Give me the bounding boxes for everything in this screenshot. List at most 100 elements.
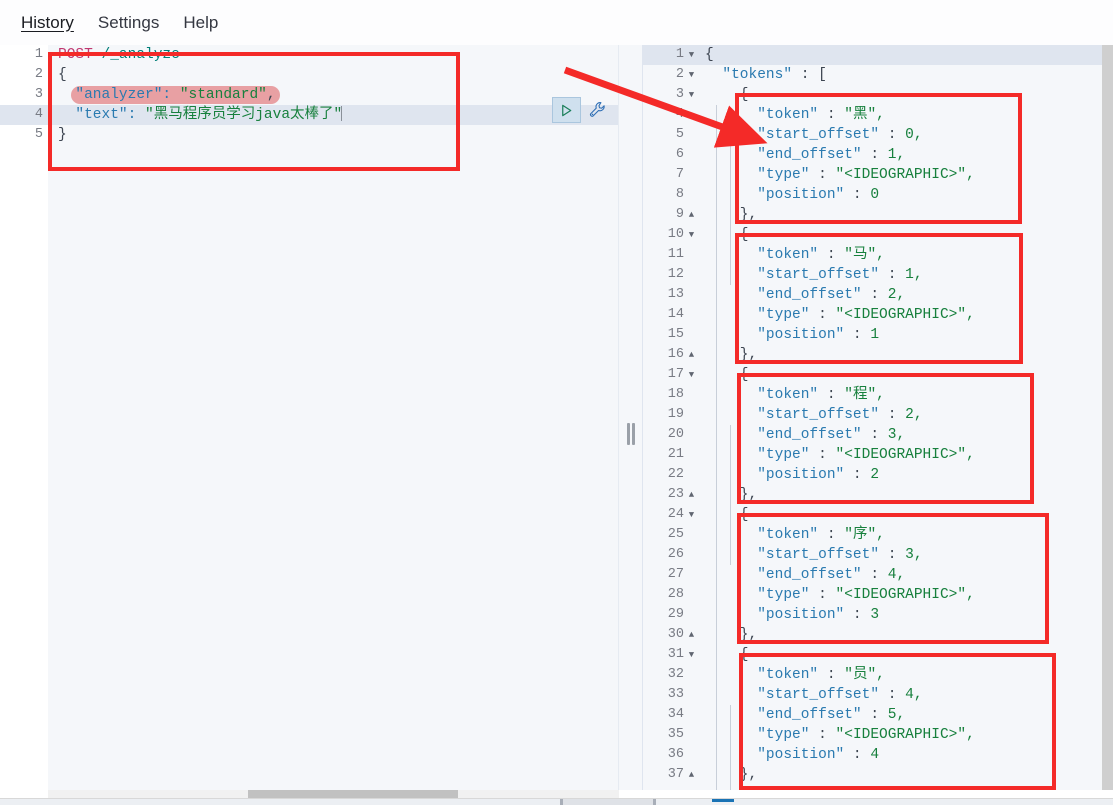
- fold-down-icon[interactable]: ▼: [687, 365, 696, 385]
- json-value: [: [818, 67, 827, 83]
- splitter-grip-handle[interactable]: [626, 423, 635, 445]
- json-key: "token": [757, 667, 819, 683]
- response-code-line: {: [705, 87, 749, 103]
- line-number: 3 ▼: [643, 85, 698, 105]
- menu-item-help[interactable]: Help: [173, 11, 228, 35]
- line-number: 35: [667, 727, 684, 742]
- line-number: 24 ▼: [643, 505, 698, 525]
- response-code-line: "end_offset" : 5,: [757, 707, 906, 723]
- line-number: 36: [667, 747, 684, 762]
- json-key: "type": [757, 307, 810, 323]
- json-key: "type": [757, 447, 810, 463]
- response-gutter: 1 ▼ 2 ▼ 3 ▼ 4 5 6 7 8 9 ▲ 10 ▼ 11 12 13 14 15 16 ▲ 17 ▼ 18 19 20 21…: [643, 45, 698, 790]
- response-code-line: "type" : "<IDEOGRAPHIC>",: [757, 167, 975, 183]
- fold-up-icon[interactable]: ▲: [687, 345, 696, 365]
- code-line-3: "analyzer": "standard",: [48, 85, 618, 105]
- response-code-line: "tokens" : [: [722, 67, 827, 83]
- line-number: 16 ▲: [643, 345, 698, 365]
- line-number: 19: [667, 407, 684, 422]
- response-code-line: "type" : "<IDEOGRAPHIC>",: [757, 727, 975, 743]
- json-value: 4: [870, 747, 880, 763]
- json-key: "end_offset": [757, 287, 862, 303]
- fold-down-icon[interactable]: ▼: [687, 225, 696, 245]
- fold-down-icon[interactable]: ▼: [687, 65, 696, 85]
- json-key: "position": [757, 607, 845, 623]
- json-key: "start_offset": [757, 407, 880, 423]
- fold-up-icon[interactable]: ▲: [687, 625, 696, 645]
- fold-down-icon[interactable]: ▼: [687, 505, 696, 525]
- json-key: "position": [757, 187, 845, 203]
- response-code-line: "end_offset" : 4,: [757, 567, 906, 583]
- response-code-line: "token" : "序",: [757, 527, 885, 543]
- line-number: 28: [667, 587, 684, 602]
- line-number: 3: [34, 87, 43, 102]
- fold-down-icon[interactable]: ▼: [687, 645, 696, 665]
- response-code-line: "position" : 2: [757, 467, 880, 483]
- response-editor-pane[interactable]: 1 ▼ 2 ▼ 3 ▼ 4 5 6 7 8 9 ▲ 10 ▼ 11 12 13 14 15 16 ▲ 17 ▼ 18 19 20 21…: [643, 45, 1113, 790]
- line-number: 1 ▼: [643, 45, 698, 65]
- response-code-line: "position" : 4: [757, 747, 880, 763]
- code-line-1: POST /_analyze: [48, 45, 618, 65]
- line-number: 33: [667, 687, 684, 702]
- indent-guide: [730, 425, 731, 565]
- fold-up-icon[interactable]: ▲: [687, 205, 696, 225]
- json-value: "黑",: [844, 107, 885, 123]
- request-code[interactable]: POST /_analyze { "analyzer": "standard",…: [48, 45, 618, 790]
- response-code-line: "end_offset" : 2,: [757, 287, 906, 303]
- send-request-button[interactable]: [552, 97, 581, 123]
- wrench-icon: [589, 102, 605, 117]
- response-code-line: "token" : "马",: [757, 247, 885, 263]
- response-code-line: "start_offset" : 1,: [757, 267, 923, 283]
- response-code-line: },: [705, 347, 758, 363]
- json-value: 3,: [887, 427, 906, 443]
- json-key: "end_offset": [757, 567, 862, 583]
- fold-down-icon[interactable]: ▼: [687, 85, 696, 105]
- line-number: 5▲: [0, 125, 55, 145]
- json-value: "马",: [844, 247, 885, 263]
- line-number: 15: [667, 327, 684, 342]
- menu-item-settings[interactable]: Settings: [88, 11, 169, 35]
- response-code-line: "position" : 0: [757, 187, 880, 203]
- open-documentation-button[interactable]: [585, 97, 611, 123]
- line-number: 17 ▼: [643, 365, 698, 385]
- json-key: "end_offset": [757, 707, 862, 723]
- json-value: "员",: [844, 667, 885, 683]
- fold-up-icon[interactable]: ▲: [687, 765, 696, 785]
- response-code-line: },: [705, 487, 758, 503]
- top-menu-bar: History Settings Help: [0, 0, 1113, 45]
- menu-item-history[interactable]: History: [11, 11, 84, 35]
- json-key: "type": [757, 587, 810, 603]
- json-value: 2: [870, 467, 880, 483]
- json-value: 3: [870, 607, 880, 623]
- request-horizontal-scrollbar[interactable]: [48, 790, 619, 798]
- pane-splitter[interactable]: [619, 45, 643, 790]
- response-code-line: "start_offset" : 0,: [757, 127, 923, 143]
- json-key: "start_offset": [757, 267, 880, 283]
- response-vertical-scrollbar[interactable]: [1102, 45, 1113, 790]
- line-number: 11: [667, 247, 684, 262]
- response-code-line: "token" : "黑",: [757, 107, 885, 123]
- json-value: 1,: [905, 267, 923, 283]
- code-line-2: {: [58, 67, 67, 83]
- json-key: "token": [757, 387, 819, 403]
- play-icon: [562, 104, 572, 116]
- json-key: "token": [757, 107, 819, 123]
- request-editor-pane[interactable]: 1 2▼ 3 4 5▲ POST /_analyze { "analyzer":…: [0, 45, 619, 790]
- json-key: "end_offset": [757, 147, 862, 163]
- response-code-line: "end_offset" : 1,: [757, 147, 906, 163]
- kibana-dev-tools-console: History Settings Help 1 2▼ 3 4 5▲ POST /…: [0, 0, 1113, 805]
- fold-up-icon[interactable]: ▲: [687, 485, 696, 505]
- line-number: 2▼: [643, 65, 698, 85]
- json-value: "<IDEOGRAPHIC>",: [835, 727, 975, 743]
- response-code-line: "start_offset" : 3,: [757, 547, 923, 563]
- line-number: 23 ▲: [643, 485, 698, 505]
- line-number: 34: [667, 707, 684, 722]
- response-code-line: {: [705, 227, 749, 243]
- fold-down-icon[interactable]: ▼: [687, 45, 696, 65]
- line-number: 21: [667, 447, 684, 462]
- json-value: "程",: [844, 387, 885, 403]
- line-number: 5: [675, 127, 684, 142]
- line-number: 6: [675, 147, 684, 162]
- json-key: "type": [757, 167, 810, 183]
- line-number: 7: [675, 167, 684, 182]
